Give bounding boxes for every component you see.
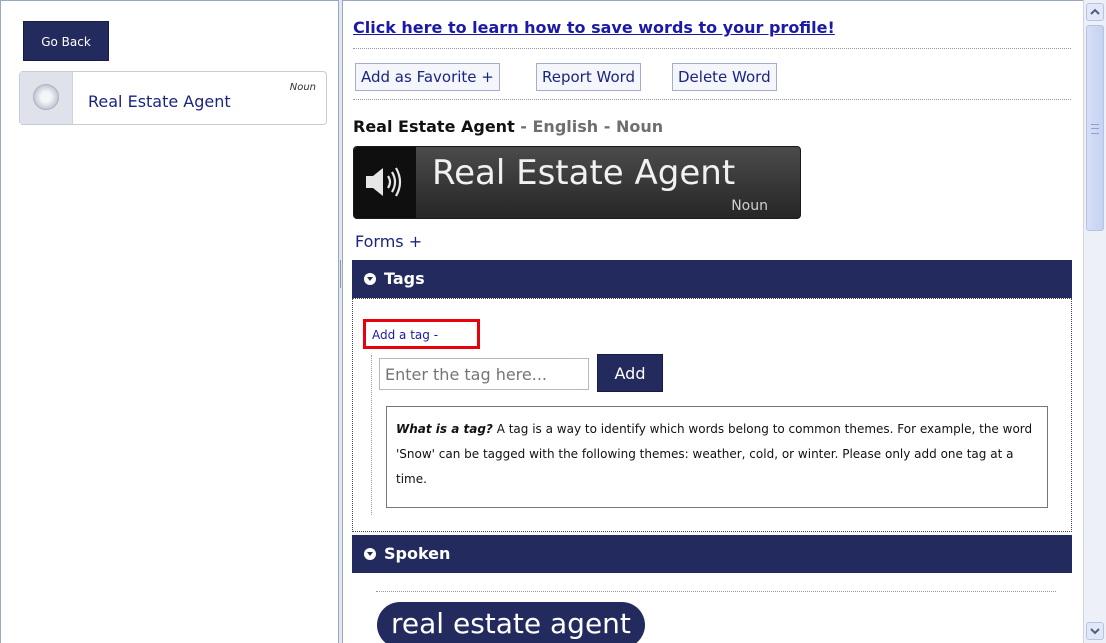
divider-line xyxy=(353,48,1071,49)
tags-section-body: Add a tag - Add What is a tag? A tag is … xyxy=(352,298,1072,532)
spoken-section-header[interactable]: Spoken xyxy=(352,535,1072,573)
tag-help-title: What is a tag? xyxy=(396,422,493,436)
seal-icon xyxy=(33,84,59,110)
play-audio-button[interactable]: Real Estate Agent Noun xyxy=(353,146,801,219)
word-detail-panel: Click here to learn how to save words to… xyxy=(343,0,1083,643)
audio-word: Real Estate Agent xyxy=(432,153,736,193)
add-tag-button[interactable]: Add xyxy=(597,354,663,392)
scroll-down-arrow-icon[interactable] xyxy=(1086,622,1104,640)
go-back-button[interactable]: Go Back xyxy=(23,21,109,61)
title-separator: - xyxy=(514,117,533,136)
splitter-grip[interactable] xyxy=(340,260,341,288)
title-language: English xyxy=(532,117,599,136)
forms-toggle-link[interactable]: Forms + xyxy=(355,232,422,251)
tags-header-label: Tags xyxy=(384,269,425,288)
collapse-icon xyxy=(364,548,376,560)
spoken-word-pill[interactable]: real estate agent xyxy=(377,602,645,643)
grip-icon xyxy=(1091,124,1099,134)
tags-section-header[interactable]: Tags xyxy=(352,260,1072,298)
delete-word-button[interactable]: Delete Word xyxy=(672,63,777,91)
word-item-label: Real Estate Agent xyxy=(88,92,231,111)
word-thumbnail xyxy=(20,72,73,124)
vertical-scrollbar[interactable] xyxy=(1083,0,1106,643)
add-favorite-button[interactable]: Add as Favorite + xyxy=(355,63,500,91)
word-list-panel: Go Back Real Estate Agent Noun xyxy=(0,0,338,643)
title-word: Real Estate Agent xyxy=(353,117,515,136)
divider-line xyxy=(353,99,1071,100)
report-word-button[interactable]: Report Word xyxy=(536,63,642,91)
scroll-up-arrow-icon[interactable] xyxy=(1086,3,1104,21)
divider-line xyxy=(371,355,372,515)
divider-line xyxy=(376,591,1056,592)
spoken-section-body: real estate agent xyxy=(352,573,1072,643)
tag-input[interactable] xyxy=(379,358,589,390)
speaker-icon xyxy=(354,147,416,218)
collapse-icon xyxy=(364,273,376,285)
learn-save-words-link[interactable]: Click here to learn how to save words to… xyxy=(353,18,835,37)
highlight-box: Add a tag - xyxy=(363,319,480,349)
spoken-header-label: Spoken xyxy=(384,544,451,563)
add-tag-link[interactable]: Add a tag - xyxy=(372,328,438,342)
tag-help-box: What is a tag? A tag is a way to identif… xyxy=(386,406,1048,508)
word-item-pos: Noun xyxy=(289,82,316,93)
word-list-item[interactable]: Real Estate Agent Noun xyxy=(19,71,327,125)
word-title: Real Estate Agent - English - Noun xyxy=(353,117,663,136)
scrollbar-thumb[interactable] xyxy=(1086,25,1104,231)
title-separator: - xyxy=(598,117,616,136)
title-pos: Noun xyxy=(615,117,664,136)
audio-pos: Noun xyxy=(731,198,768,214)
